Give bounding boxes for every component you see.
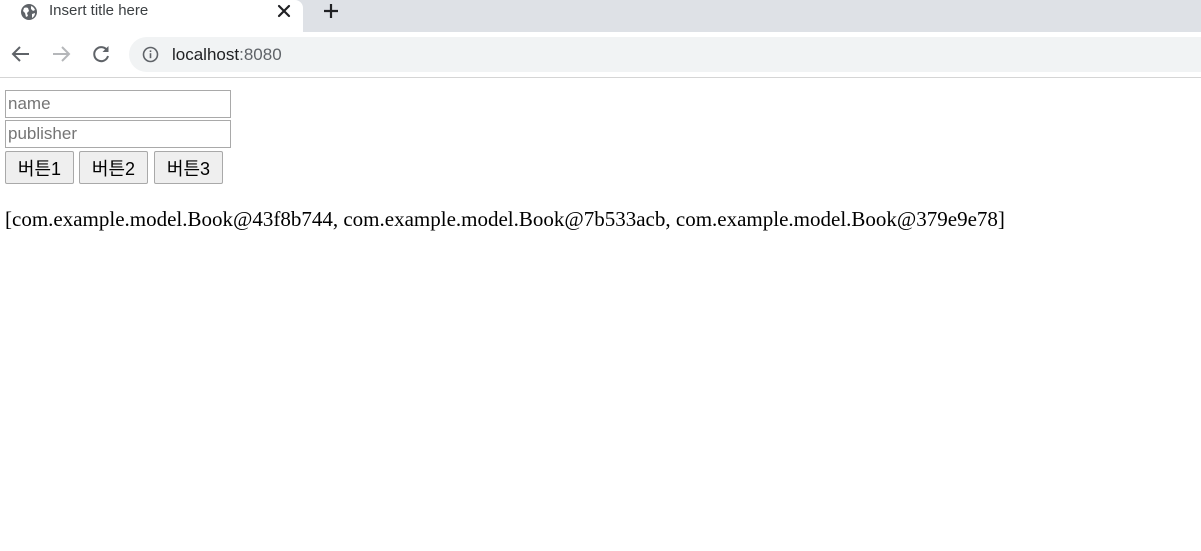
reload-icon[interactable] [90, 43, 112, 65]
publisher-input[interactable] [5, 120, 231, 148]
url-text[interactable]: localhost:8080 [172, 45, 282, 65]
browser-tab[interactable]: Insert title here [0, 0, 303, 32]
info-icon[interactable] [142, 46, 159, 63]
tab-strip: Insert title here [0, 0, 1201, 32]
url-port: :8080 [239, 45, 282, 64]
arrow-left-icon[interactable] [10, 43, 32, 65]
address-bar[interactable]: localhost:8080 [129, 37, 1201, 72]
url-host: localhost [172, 45, 240, 64]
button-2[interactable]: 버튼2 [79, 151, 148, 184]
page-content: 버튼1 버튼2 버튼3 [com.example.model.Book@43f8… [0, 78, 1201, 551]
button-1[interactable]: 버튼1 [5, 151, 74, 184]
button-3[interactable]: 버튼3 [154, 151, 223, 184]
close-icon[interactable] [275, 2, 293, 20]
plus-icon[interactable] [321, 1, 341, 21]
globe-icon [21, 4, 37, 20]
name-input[interactable] [5, 90, 231, 118]
book-list-output: [com.example.model.Book@43f8b744, com.ex… [5, 207, 1005, 231]
browser-toolbar: localhost:8080 [0, 32, 1201, 78]
tab-title: Insert title here [49, 2, 149, 19]
arrow-right-icon[interactable] [50, 43, 72, 65]
